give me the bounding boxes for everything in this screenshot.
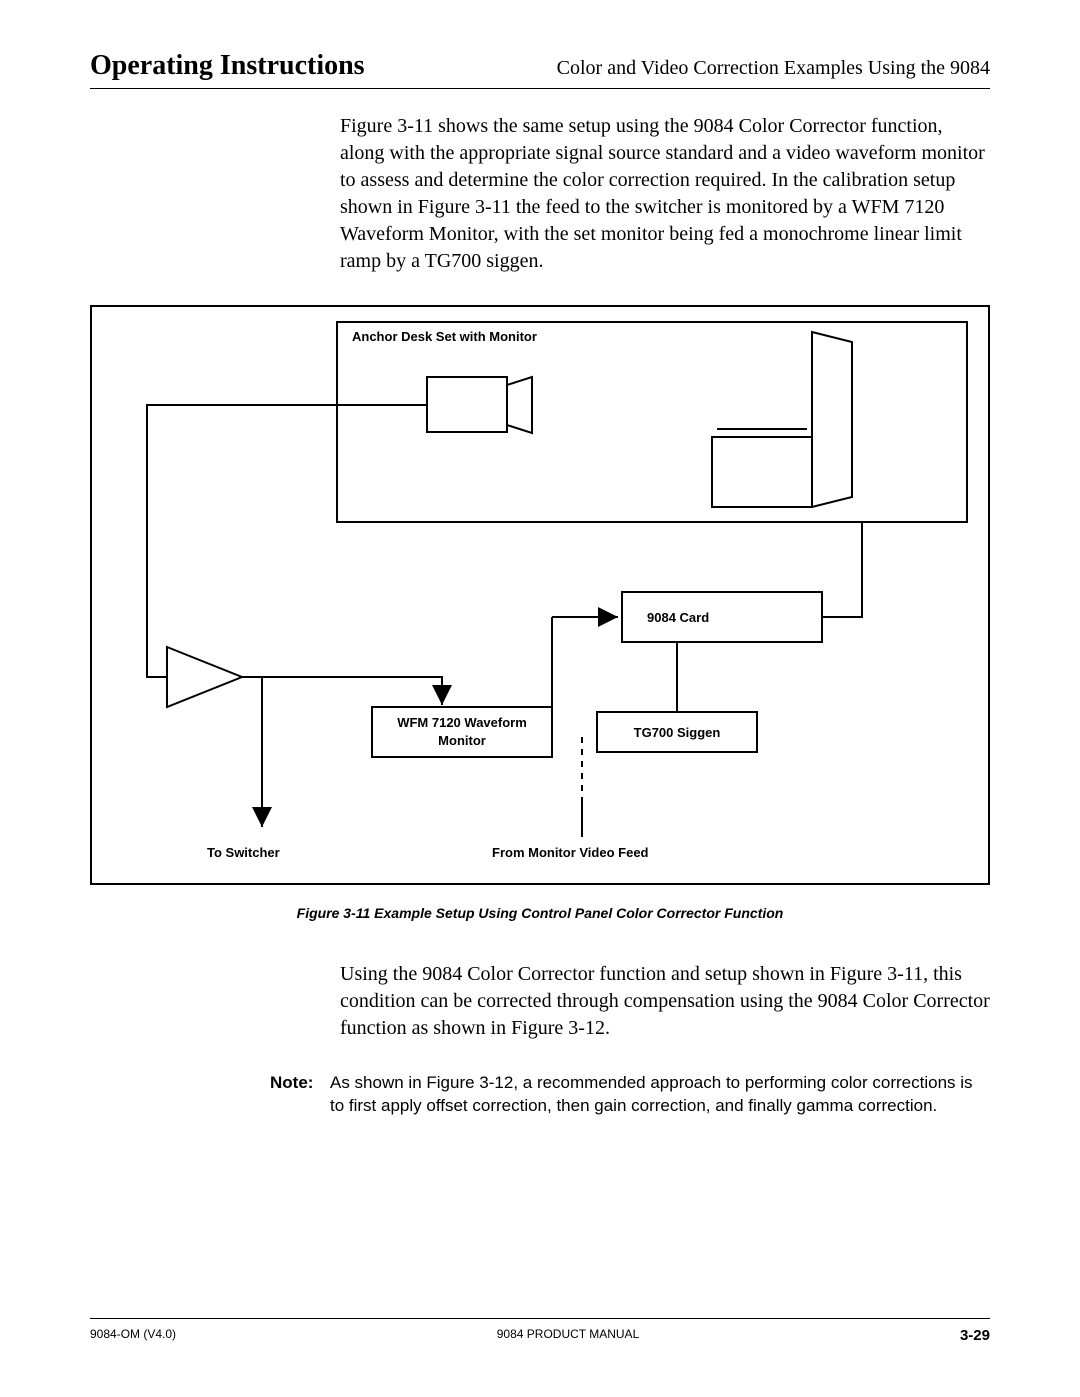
diagram-svg [92,307,988,883]
figure-frame: Anchor Desk Set with Monitor 9084 Card W… [90,305,990,885]
label-to-switcher: To Switcher [207,845,280,860]
footer-rule [90,1318,990,1319]
note-label: Note: [270,1072,330,1118]
footer-center: 9084 PRODUCT MANUAL [497,1327,640,1344]
header-rule [90,88,990,89]
footer-left: 9084-OM (V4.0) [90,1327,176,1344]
note-block: Note: As shown in Figure 3-12, a recomme… [270,1072,990,1118]
paragraph-2: Using the 9084 Color Corrector function … [340,961,990,1042]
intro-paragraph: Figure 3-11 shows the same setup using t… [340,113,990,275]
figure-caption: Figure 3-11 Example Setup Using Control … [90,905,990,921]
header-left: Operating Instructions [90,50,365,82]
footer-page-number: 3-29 [960,1327,990,1344]
label-tg700: TG700 Siggen [607,725,747,740]
note-text: As shown in Figure 3-12, a recommended a… [330,1072,990,1118]
label-wfm-line2: Monitor [380,733,544,748]
footer: 9084-OM (V4.0) 9084 PRODUCT MANUAL 3-29 [90,1318,990,1344]
label-9084-card: 9084 Card [647,610,709,625]
label-wfm-line1: WFM 7120 Waveform [380,715,544,730]
header-right: Color and Video Correction Examples Usin… [557,57,990,80]
label-anchor-desk: Anchor Desk Set with Monitor [352,329,537,344]
label-from-monitor: From Monitor Video Feed [492,845,649,860]
